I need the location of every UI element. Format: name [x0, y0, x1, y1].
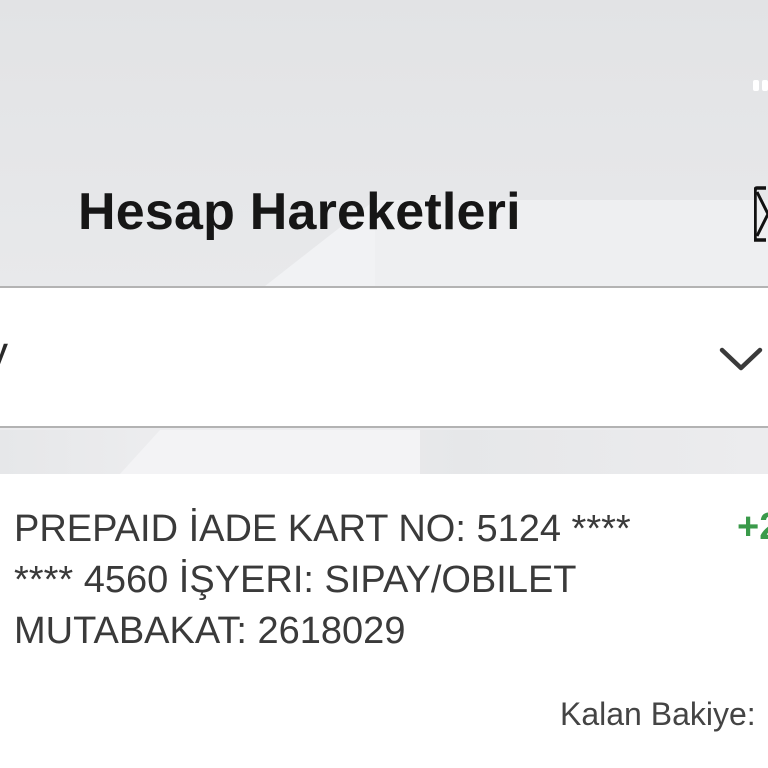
screen: Hesap Hareketleri y PREPAID İADE KART NO…	[0, 0, 768, 768]
section-divider	[0, 430, 768, 474]
transaction-amount: +2	[737, 506, 768, 548]
receipt-icon[interactable]	[754, 184, 768, 244]
page-title: Hesap Hareketleri	[78, 183, 521, 241]
chevron-down-icon[interactable]	[718, 344, 764, 374]
transaction-description-line: MUTABAKAT: 2618029	[14, 610, 406, 652]
status-dot	[762, 80, 768, 91]
remaining-balance-label: Kalan Bakiye:	[560, 696, 756, 732]
divider-decoration-band	[160, 430, 420, 474]
status-indicator	[753, 80, 768, 91]
status-dot	[753, 80, 759, 91]
transaction-item[interactable]: PREPAID İADE KART NO: 5124 **** **** 456…	[0, 474, 768, 768]
divider-decoration	[120, 430, 160, 474]
account-selector-value: y	[0, 328, 8, 378]
transaction-description-line: PREPAID İADE KART NO: 5124 ****	[14, 508, 631, 550]
transaction-description: PREPAID İADE KART NO: 5124 **** **** 456…	[14, 504, 714, 657]
transaction-description-line: **** 4560 İŞYERI: SIPAY/OBILET	[14, 559, 577, 601]
account-selector[interactable]: y	[0, 286, 768, 428]
header: Hesap Hareketleri	[0, 0, 768, 286]
